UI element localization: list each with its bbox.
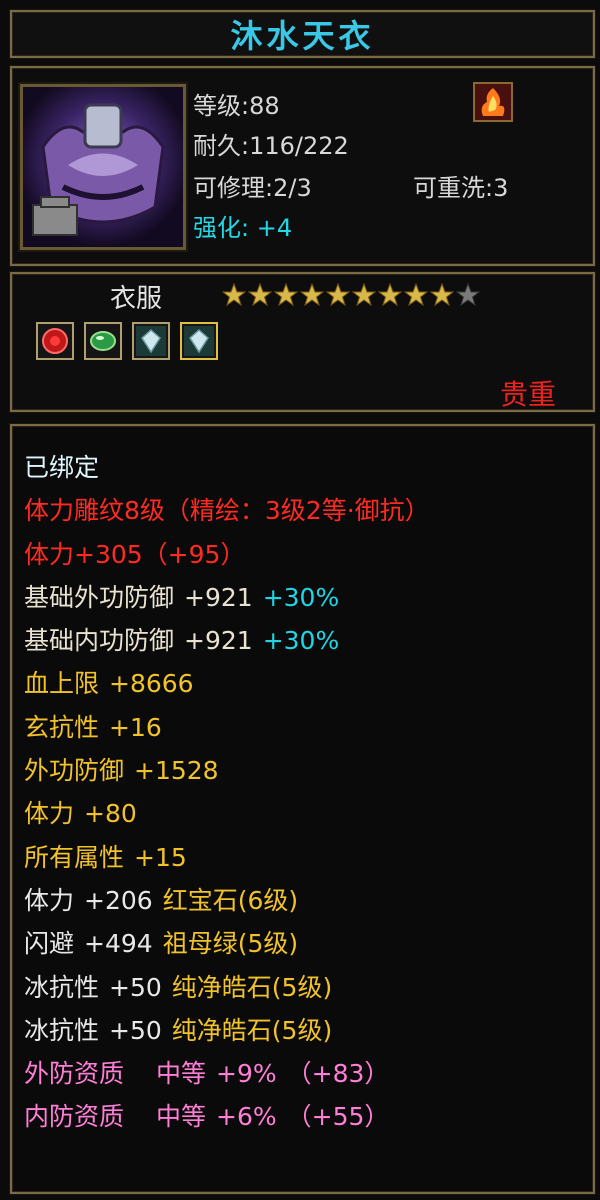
base-inner-def-line: 基础内功防御 +921 +30% bbox=[24, 619, 584, 662]
enhance-label: 强化: bbox=[193, 214, 250, 242]
gem-name: 红宝石(6级) bbox=[162, 885, 299, 915]
stat-label: 玄抗性 bbox=[24, 712, 100, 742]
quality-label: 外防资质 bbox=[24, 1059, 125, 1089]
star-filled-icon bbox=[352, 283, 376, 307]
quality-grade: 中等 bbox=[156, 1059, 207, 1089]
stat-label: 体力 bbox=[24, 799, 75, 829]
gem-slot-4[interactable] bbox=[180, 322, 218, 360]
item-repair: 可修理:2/3 bbox=[193, 174, 312, 202]
quality-value: +6% bbox=[216, 1102, 277, 1132]
stat-value: +15 bbox=[134, 842, 187, 872]
gem-line: 体力 +206 红宝石(6级) bbox=[24, 879, 584, 922]
quality-value: +9% bbox=[216, 1059, 277, 1089]
white-gem-icon bbox=[184, 326, 214, 356]
item-durability: 耐久:116/222 bbox=[193, 132, 349, 160]
stat-label: 外功防御 bbox=[24, 756, 125, 786]
stat-value: +80 bbox=[84, 799, 137, 829]
stat-label: 所有属性 bbox=[24, 842, 125, 872]
stat-label: 冰抗性 bbox=[24, 972, 100, 1002]
star-filled-icon bbox=[300, 283, 324, 307]
stat-value: +50 bbox=[109, 972, 162, 1002]
rarity-label: 贵重 bbox=[500, 378, 557, 411]
quality-label: 内防资质 bbox=[24, 1102, 125, 1132]
stat-value: +1528 bbox=[134, 756, 219, 786]
star-empty-icon bbox=[456, 283, 480, 307]
bound-status: 已绑定 bbox=[24, 453, 100, 482]
outer-def-line: 外功防御 +1528 bbox=[24, 749, 584, 792]
stat-label: 闪避 bbox=[24, 929, 75, 959]
item-rewash: 可重洗:3 bbox=[413, 174, 509, 202]
item-type: 衣服 bbox=[110, 284, 163, 314]
hp-max-line: 血上限 +8666 bbox=[24, 662, 584, 705]
star-filled-icon bbox=[430, 283, 454, 307]
white-gem-icon bbox=[136, 326, 166, 356]
title-bar: 沐水天衣 bbox=[10, 10, 595, 58]
star-rating bbox=[222, 283, 482, 311]
stat-value: +16 bbox=[109, 712, 162, 742]
stat-value: +8666 bbox=[109, 669, 194, 699]
enhance-value: +4 bbox=[256, 214, 293, 242]
stat-value: +921 bbox=[184, 626, 253, 656]
quality-line: 内防资质 中等 +6% （+55） bbox=[24, 1095, 584, 1138]
engrave-line: 体力雕纹8级（精绘：3级2等·御抗） bbox=[24, 496, 430, 526]
gem-slot-1[interactable] bbox=[36, 322, 74, 360]
armor-icon bbox=[23, 87, 183, 247]
xuan-res-line: 玄抗性 +16 bbox=[24, 706, 584, 749]
stat-value: +921 bbox=[184, 582, 253, 612]
gem-line: 闪避 +494 祖母绿(5级) bbox=[24, 922, 584, 965]
item-name: 沐水天衣 bbox=[230, 17, 375, 55]
green-gem-icon bbox=[90, 331, 116, 351]
star-filled-icon bbox=[222, 283, 246, 307]
item-enhance: 强化: +4 bbox=[193, 208, 292, 243]
quality-grade: 中等 bbox=[156, 1102, 207, 1132]
stat-value: +50 bbox=[109, 1015, 162, 1045]
stamina-line: 体力 +80 bbox=[24, 792, 584, 835]
gem-slot-3[interactable] bbox=[132, 322, 170, 360]
base-outer-def-line: 基础外功防御 +921 +30% bbox=[24, 576, 584, 619]
gem-line: 冰抗性 +50 纯净皓石(5级) bbox=[24, 1009, 584, 1052]
quality-extra: （+83） bbox=[286, 1059, 390, 1089]
all-attr-line: 所有属性 +15 bbox=[24, 836, 584, 879]
stat-percent: +30% bbox=[262, 626, 340, 656]
stamina-bonus-line: 体力+305（+95） bbox=[24, 539, 246, 569]
star-filled-icon bbox=[404, 283, 428, 307]
attribute-list: 已绑定 体力雕纹8级（精绘：3级2等·御抗） 体力+305（+95） 基础外功防… bbox=[24, 446, 584, 1139]
stat-value: +206 bbox=[84, 885, 153, 915]
star-filled-icon bbox=[248, 283, 272, 307]
stat-percent: +30% bbox=[262, 582, 340, 612]
gem-name: 祖母绿(5级) bbox=[162, 929, 299, 959]
gem-slot-2[interactable] bbox=[84, 322, 122, 360]
quality-extra: （+55） bbox=[286, 1102, 390, 1132]
stat-label: 体力 bbox=[24, 885, 75, 915]
item-portrait[interactable] bbox=[20, 84, 186, 250]
star-filled-icon bbox=[326, 283, 350, 307]
gem-line: 冰抗性 +50 纯净皓石(5级) bbox=[24, 966, 584, 1009]
fire-icon bbox=[473, 82, 513, 122]
star-filled-icon bbox=[274, 283, 298, 307]
quality-line: 外防资质 中等 +9% （+83） bbox=[24, 1052, 584, 1095]
red-gem-icon bbox=[42, 328, 68, 354]
gem-name: 纯净皓石(5级) bbox=[171, 972, 333, 1002]
gem-name: 纯净皓石(5级) bbox=[171, 1015, 333, 1045]
stat-label: 基础外功防御 bbox=[24, 582, 175, 612]
star-filled-icon bbox=[378, 283, 402, 307]
stat-label: 基础内功防御 bbox=[24, 626, 175, 656]
item-level: 等级:88 bbox=[193, 92, 280, 120]
stat-label: 冰抗性 bbox=[24, 1015, 100, 1045]
stat-label: 血上限 bbox=[24, 669, 100, 699]
stat-value: +494 bbox=[84, 929, 153, 959]
